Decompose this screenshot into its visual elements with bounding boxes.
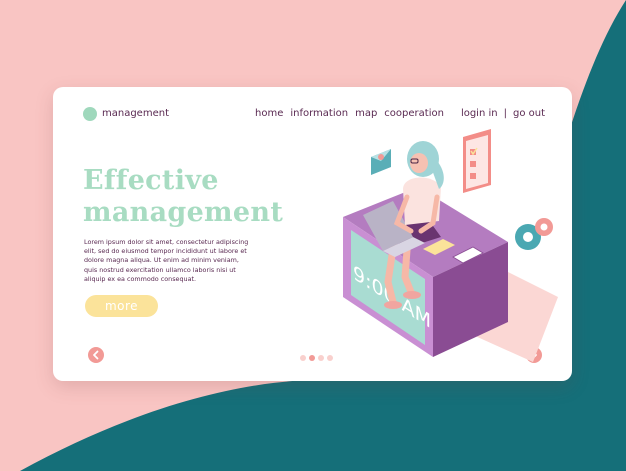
logo-icon[interactable]	[83, 107, 97, 121]
title-line-2: management	[83, 197, 284, 228]
title-line-1: Effective	[83, 165, 219, 196]
pagination-dots	[300, 355, 333, 361]
nav-item-map[interactable]: map	[355, 107, 377, 121]
page-title: Effective management	[83, 165, 283, 229]
pagination-dot[interactable]	[300, 355, 306, 361]
nav-item-home[interactable]: home	[255, 107, 283, 121]
nav-item-information[interactable]: information	[290, 107, 348, 121]
checklist-icon	[463, 129, 491, 193]
person-shoe	[403, 291, 421, 299]
pagination-dot[interactable]	[318, 355, 324, 361]
chevron-left-icon	[93, 350, 99, 360]
hero-illustration: 9:00 AM	[343, 129, 558, 362]
person-shoe	[384, 301, 402, 309]
auth-links: login in | go out	[461, 107, 545, 121]
more-button[interactable]: more	[85, 295, 158, 317]
prev-arrow-button[interactable]	[88, 347, 104, 363]
nav-item-cooperation[interactable]: cooperation	[384, 107, 444, 121]
pagination-dot-active[interactable]	[309, 355, 315, 361]
gears-icon	[515, 218, 553, 250]
brand-name[interactable]: management	[102, 107, 169, 121]
email-envelope-icon	[371, 149, 391, 175]
auth-separator: |	[503, 108, 507, 119]
landing-card: management home information map cooperat…	[53, 87, 572, 381]
logout-link[interactable]: go out	[513, 107, 545, 121]
main-nav: home information map cooperation	[255, 107, 444, 121]
login-link[interactable]: login in	[461, 107, 498, 121]
hero-description: Lorem ipsum dolor sit amet, consectetur …	[84, 238, 249, 283]
